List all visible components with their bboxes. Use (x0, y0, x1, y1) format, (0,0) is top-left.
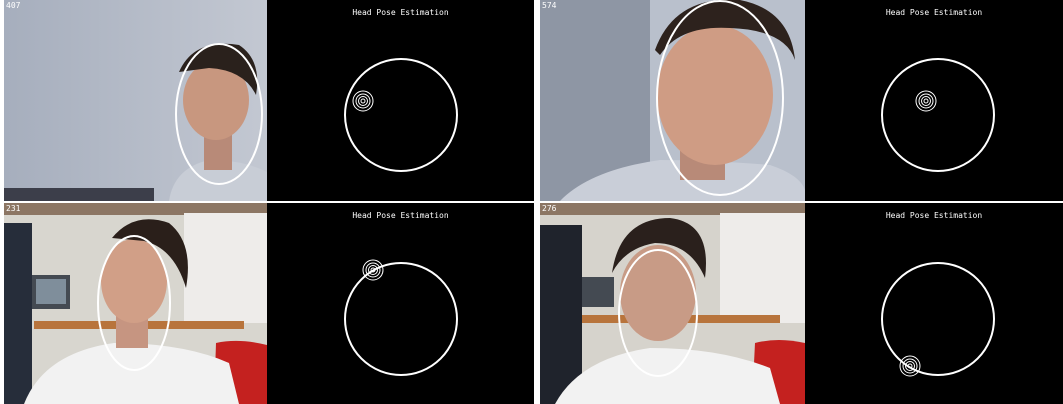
camera-frame-2: 574 (540, 0, 805, 201)
camera-image-2 (540, 0, 805, 201)
camera-image-4 (540, 203, 805, 404)
pose-target-icon (352, 90, 374, 112)
frame-id-label: 231 (6, 204, 21, 213)
pose-target-icon (915, 90, 937, 112)
pose-target-icon (899, 355, 921, 377)
camera-image-3 (4, 203, 267, 404)
viz-title: Head Pose Estimation (352, 8, 449, 17)
camera-frame-3: 231 (4, 203, 267, 404)
pose-plot-1 (344, 58, 458, 172)
pose-range-circle (344, 262, 458, 376)
pose-range-circle (881, 262, 995, 376)
camera-frame-1: 407 (4, 0, 267, 201)
pose-plot-2 (881, 58, 995, 172)
pose-viz-4: Head Pose Estimation (805, 203, 1063, 404)
viz-title: Head Pose Estimation (885, 8, 983, 17)
frame-id-label: 407 (6, 1, 21, 10)
pose-viz-2: Head Pose Estimation (805, 0, 1063, 201)
pose-range-circle (344, 58, 458, 172)
viz-title: Head Pose Estimation (352, 211, 449, 220)
frame-id-label: 276 (542, 204, 557, 213)
viz-title: Head Pose Estimation (885, 211, 983, 220)
pose-viz-3: Head Pose Estimation (267, 203, 534, 404)
pose-plot-4 (881, 262, 995, 377)
camera-frame-4: 276 (540, 203, 805, 404)
pose-plot-3 (344, 259, 458, 376)
frame-id-label: 574 (542, 1, 557, 10)
pose-viz-1: Head Pose Estimation (267, 0, 534, 201)
camera-image-1 (4, 0, 267, 201)
pose-range-circle (881, 58, 995, 172)
